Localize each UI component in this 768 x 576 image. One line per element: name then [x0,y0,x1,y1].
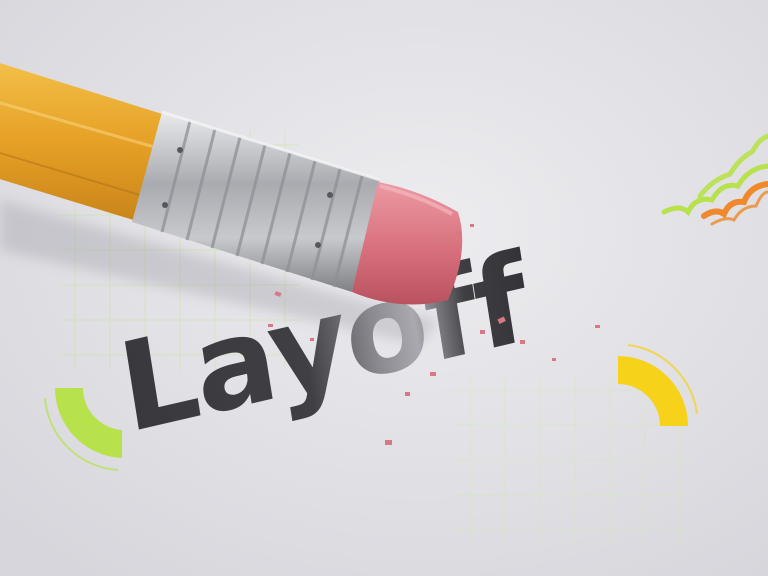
photo-scene: Layoff [0,0,768,576]
photo-canvas: Layoff [0,0,768,576]
